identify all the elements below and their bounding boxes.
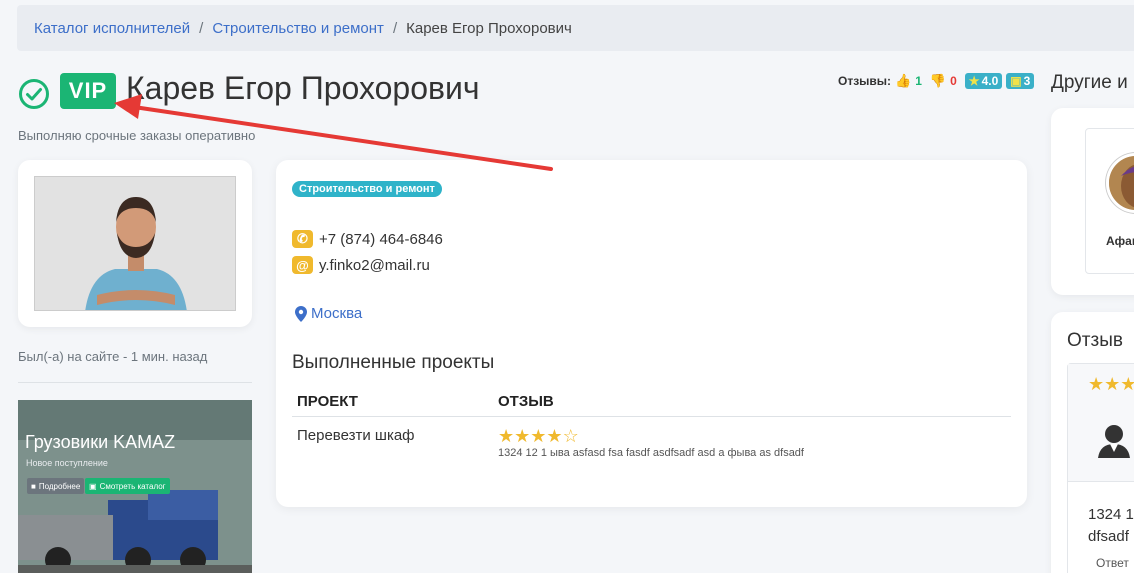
projects-table: ПРОЕКТ ОТЗЫВ Перевезти шкаф ★★★★☆ 1324 1… — [292, 386, 1011, 459]
last-seen-status: Был(-а) на сайте - 1 мин. назад — [18, 349, 208, 364]
review-text: 1324 12 1 ыва asfasd fsa fasdf asdfsadf … — [498, 447, 804, 459]
ad-subtitle: Новое поступление — [26, 458, 108, 468]
catalog-icon: ▣ — [89, 481, 97, 491]
clipboard-icon: ▣ — [1010, 74, 1022, 88]
star-icon: ★ — [968, 74, 980, 88]
review-answer-link[interactable]: Ответ — [1096, 556, 1129, 570]
breadcrumb: Каталог исполнителей / Строительство и р… — [17, 5, 1134, 51]
email-contact[interactable]: @ y.finko2@mail.ru — [292, 256, 430, 274]
phone-number[interactable]: +7 (874) 464-6846 — [319, 231, 443, 248]
thumbs-up-icon: 👍 — [895, 73, 912, 88]
star-filled-icon: ★ — [498, 426, 515, 446]
profile-tagline: Выполняю срочные заказы оперативно — [18, 128, 256, 143]
rating-value: 4.0 — [981, 74, 999, 88]
truck-icon: ■ — [31, 481, 36, 491]
table-header: ПРОЕКТ ОТЗЫВ — [292, 386, 1011, 417]
ad-banner[interactable]: Грузовики KAMAZ Новое поступление ■ Подр… — [18, 400, 252, 573]
ad-more-button[interactable]: ■ Подробнее — [27, 478, 85, 494]
profile-details-card: Строительство и ремонт ✆ +7 (874) 464-68… — [276, 160, 1027, 507]
rating-badge: ★ 4.0 — [964, 73, 1003, 89]
breadcrumb-current: Карев Егор Прохорович — [406, 19, 572, 37]
divider — [18, 382, 252, 383]
project-name: Перевезти шкаф — [297, 427, 415, 444]
user-avatar-icon — [1098, 425, 1130, 458]
rating-stars: ★★★★☆ — [498, 427, 1011, 445]
review-snippet-line: 1324 1 — [1088, 506, 1134, 523]
breadcrumb-separator: / — [392, 19, 398, 37]
other-performer-card: Афана — [1051, 108, 1134, 295]
project-review: ★★★★☆ 1324 12 1 ыва asfasd fsa fasdf asd… — [498, 427, 1011, 459]
column-header-project: ПРОЕКТ — [297, 392, 358, 410]
star-empty-icon: ☆ — [562, 426, 579, 446]
other-performer-item[interactable]: Афана — [1085, 128, 1134, 274]
review-item: ★★★ 1324 1 dfsadf Ответ — [1067, 363, 1134, 573]
star-filled-icon: ★ — [514, 426, 531, 446]
vip-badge: VIP — [60, 73, 116, 109]
profile-photo-card — [18, 160, 252, 327]
ad-title: Грузовики KAMAZ — [25, 432, 176, 452]
thumbs-down-icon: 👎 — [929, 73, 947, 88]
reviews-card-title: Отзыв — [1067, 330, 1123, 351]
phone-contact[interactable]: ✆ +7 (874) 464-6846 — [292, 230, 443, 248]
table-row: Перевезти шкаф ★★★★☆ 1324 12 1 ыва asfas… — [292, 417, 1011, 459]
star-filled-icon: ★ — [530, 426, 547, 446]
review-snippet: 1324 1 dfsadf — [1088, 504, 1134, 548]
other-performer-name[interactable]: Афана — [1106, 234, 1134, 248]
page-title: Карев Егор Прохорович — [126, 70, 480, 106]
city-name[interactable]: Москва — [311, 305, 362, 322]
projects-title: Выполненные проекты — [292, 352, 495, 373]
other-performers-title: Другие и — [1051, 72, 1128, 93]
star-filled-icon: ★ — [546, 426, 563, 446]
email-address[interactable]: y.finko2@mail.ru — [319, 257, 430, 274]
review-rating-stars: ★★★ — [1088, 374, 1134, 394]
avatar — [1106, 153, 1134, 213]
category-badge[interactable]: Строительство и ремонт — [292, 181, 442, 197]
negative-reviews-count: 0 — [950, 74, 957, 88]
reviews-count-badge: ▣ 3 — [1006, 73, 1035, 89]
column-header-review: ОТЗЫВ — [498, 392, 554, 410]
breadcrumb-link-category[interactable]: Строительство и ремонт — [212, 20, 384, 37]
reviews-card: Отзыв ★★★ 1324 1 dfsadf Ответ — [1051, 312, 1134, 573]
reviews-count-value: 3 — [1023, 74, 1031, 88]
ad-catalog-label: Смотреть каталог — [99, 481, 166, 491]
ad-more-label: Подробнее — [38, 481, 81, 491]
at-icon: @ — [292, 256, 313, 274]
phone-icon: ✆ — [292, 230, 313, 248]
reviews-summary: Отзывы: 👍 1 👎 0 ★ 4.0 ▣ 3 — [838, 73, 1035, 89]
review-snippet-line: dfsadf — [1088, 528, 1129, 545]
city-link[interactable]: Москва — [295, 305, 362, 322]
profile-photo — [34, 176, 236, 311]
verified-check-icon — [19, 79, 49, 109]
reviews-label: Отзывы: — [838, 74, 892, 88]
breadcrumb-separator: / — [199, 19, 204, 37]
breadcrumb-link-catalog[interactable]: Каталог исполнителей — [34, 20, 190, 37]
ad-catalog-button[interactable]: ▣ Смотреть каталог — [85, 478, 170, 494]
map-pin-icon — [295, 305, 307, 322]
positive-reviews-count: 1 — [915, 74, 922, 88]
